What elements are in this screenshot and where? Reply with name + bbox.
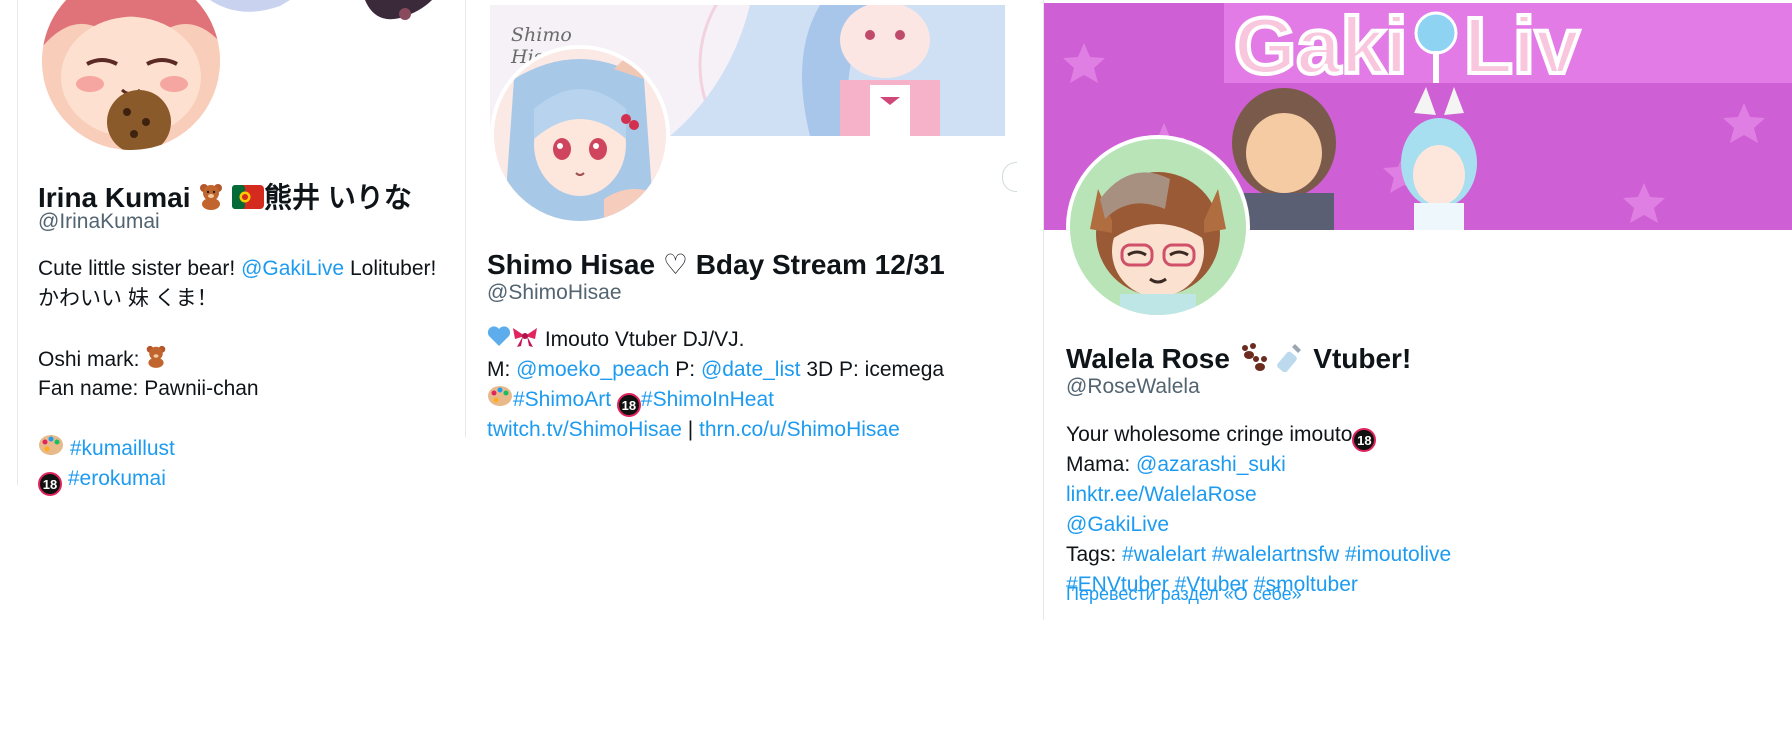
hashtag-link[interactable]: #imoutolive (1345, 543, 1451, 566)
handle[interactable]: @IrinaKumai (38, 210, 160, 234)
handle[interactable]: @ShimoHisae (487, 281, 622, 305)
bio-text: P: (669, 358, 701, 381)
column-divider (17, 0, 18, 485)
display-name[interactable]: Walela Rose Vtuber! (1066, 342, 1411, 379)
avatar[interactable] (490, 45, 670, 225)
url-link[interactable]: twitch.tv/ShimoHisae (487, 418, 682, 441)
hashtag-link[interactable]: #erokumai (68, 467, 166, 490)
column-divider (465, 0, 466, 437)
bio-text: Mama: (1066, 453, 1137, 476)
ribbon-icon (511, 325, 539, 356)
bear-emoji-icon (145, 344, 167, 377)
mention-link[interactable]: @date_list (701, 358, 801, 381)
palette-icon (487, 385, 513, 416)
mention-link[interactable]: @moeko_peach (516, 358, 669, 381)
avatar[interactable] (1066, 135, 1250, 319)
paw-prints-icon (1238, 342, 1268, 379)
mention-link[interactable]: @GakiLive (241, 257, 344, 280)
bio-text: Lolituber! (344, 257, 437, 280)
svg-text:Gaki: Gaki (1234, 3, 1407, 90)
mention-link[interactable]: @GakiLive (1066, 513, 1169, 536)
banner-edge-button[interactable] (1002, 162, 1017, 192)
bio-text: Cute little sister bear! (38, 257, 242, 280)
bio-text: かわいい 妹 くま！ (38, 287, 218, 310)
handle[interactable]: @RoseWalela (1066, 375, 1200, 399)
hashtag-link[interactable]: #ShimoArt (513, 388, 611, 411)
url-link[interactable]: thrn.co/u/ShimoHisae (699, 418, 900, 441)
bio-text: Imouto Vtuber DJ/VJ. (539, 328, 745, 352)
bear-emoji-icon (198, 182, 224, 217)
hashtag-link[interactable]: #ShimoInHeat (641, 388, 774, 411)
display-name-text: Irina Kumai (38, 182, 191, 213)
translate-bio-link[interactable]: Перевести раздел «О себе» (1066, 584, 1302, 605)
adult-18-icon: 18 (38, 472, 62, 496)
display-name-japanese: 熊井 いりな (264, 182, 412, 213)
display-name[interactable]: Shimo Hisae ♡ Bday Stream 12/31 (487, 248, 945, 281)
bio: Imouto Vtuber DJ/VJ. M: @moeko_peach P: … (487, 325, 944, 445)
bio: Your wholesome cringe imouto 18 Mama: @az… (1066, 420, 1451, 600)
svg-text:Liv: Liv (1464, 3, 1580, 90)
url-link[interactable]: linktr.ee/WalelaRose (1066, 483, 1257, 506)
bio-text: Oshi mark: (38, 348, 146, 372)
avatar[interactable] (42, 0, 220, 150)
bio-text: M: (487, 358, 517, 381)
display-name-text: Walela Rose (1066, 342, 1230, 374)
display-name-suffix: Vtuber! (1313, 342, 1412, 374)
portugal-flag-icon (232, 184, 265, 216)
profile-banner[interactable] (200, 0, 450, 26)
bio-text: | (681, 418, 700, 441)
bio-text: Tags: (1066, 543, 1123, 566)
palette-icon (38, 434, 64, 465)
hashtag-link[interactable]: #walelartnsfw (1212, 543, 1339, 566)
baby-bottle-icon (1275, 342, 1305, 379)
mention-link[interactable]: @azarashi_suki (1136, 453, 1286, 476)
adult-18-icon: 18 (616, 393, 641, 418)
hashtag-link[interactable]: #walelart (1122, 543, 1206, 566)
bio-text: 3D P: icemega (800, 358, 945, 381)
blue-heart-icon (487, 325, 511, 356)
hashtag-link[interactable]: #kumaillust (70, 437, 175, 460)
bio-text: Your wholesome cringe imouto (1066, 423, 1353, 446)
adult-18-icon: 18 (1352, 428, 1377, 452)
bio: Cute little sister bear! @GakiLive Lolit… (38, 254, 437, 496)
bio-text: Fan name: Pawnii-chan (38, 377, 259, 400)
